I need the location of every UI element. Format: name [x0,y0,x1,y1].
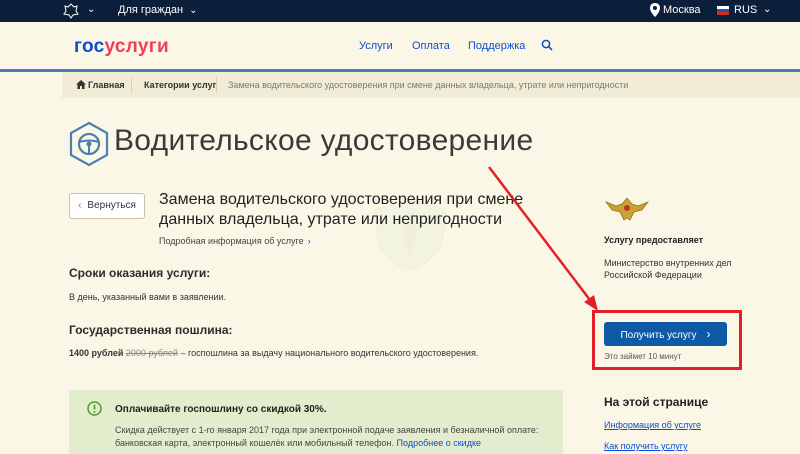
provider-heading: Услугу предоставляет [604,235,704,245]
service-title: Замена водительского удостоверения при с… [159,191,524,228]
logo-uslugi: услуги [104,36,169,57]
fee-heading: Государственная пошлина: [69,323,233,337]
discount-heading: Оплачивайте госпошлину со скидкой 30%. [115,404,327,415]
page-title: Водительское удостоверение [114,124,534,157]
nav-payment[interactable]: Оплата [412,40,450,52]
logo-gos: гос [74,36,105,57]
duration-note: Это займет 10 минут [604,352,682,361]
terms-text: В день, указанный вами в заявлении. [69,292,227,302]
citizens-menu[interactable]: Для граждан ⌄ [118,4,198,16]
toc-heading: На этой странице [604,395,709,409]
more-info-link[interactable]: Подробная информация об услуге › [159,236,311,246]
breadcrumb: Главная Категории услуг Замена водительс… [62,72,800,98]
citizens-label: Для граждан [118,4,184,16]
get-service-button[interactable]: Получить услугу › [604,322,727,346]
breadcrumb-separator [131,77,132,93]
chevron-down-icon[interactable]: ⌄ [87,4,95,15]
russian-flag-icon [717,6,729,15]
chevron-down-icon: ⌄ [189,5,198,16]
site-header: госуслуги Услуги Оплата Поддержка [0,22,800,70]
chevron-down-icon[interactable]: ⌄ [763,4,771,15]
get-service-label: Получить услугу [620,330,697,341]
mvd-eagle-emblem-icon [604,197,650,221]
gosuslugi-logo[interactable]: госуслуги [74,36,169,58]
fee-text: – госпошлина за выдачу национального вод… [180,348,479,358]
breadcrumb-separator [216,77,217,93]
city-selector[interactable]: Москва [663,4,701,16]
nav-support[interactable]: Поддержка [468,40,525,52]
breadcrumb-categories[interactable]: Категории услуг [144,80,216,90]
home-icon[interactable] [76,80,86,89]
language-selector[interactable]: RUS [734,4,757,16]
more-info-label: Подробная информация об услуге [159,236,304,246]
info-icon [87,401,102,416]
discount-body: Скидка действует с 1-го января 2017 года… [115,424,545,450]
fee-line: 1400 рублей 2000 рублей – госпошлина за … [69,348,478,358]
breadcrumb-home[interactable]: Главная [88,80,125,90]
discount-notice: Оплачивайте госпошлину со скидкой 30%. С… [69,390,563,454]
back-button[interactable]: ‹ Вернуться [69,193,145,219]
discount-link[interactable]: Подробнее о скидке [397,438,481,448]
coat-of-arms-icon[interactable] [62,2,80,20]
toc-link-info[interactable]: Информация об услуге [604,420,701,430]
steering-wheel-icon [69,121,109,167]
terms-heading: Сроки оказания услуги: [69,266,211,280]
chevron-right-icon: › [307,236,311,246]
fee-old-price: 2000 рублей [125,348,178,358]
location-pin-icon [650,3,660,17]
provider-name: Министерство внутренних дел Российской Ф… [604,258,732,280]
breadcrumb-current: Замена водительского удостоверения при с… [228,80,629,90]
nav-services[interactable]: Услуги [359,40,393,52]
fee-price: 1400 рублей [69,348,124,358]
back-button-label: Вернуться [87,200,136,211]
search-icon[interactable] [541,39,553,51]
toc-link-how[interactable]: Как получить услугу [604,441,688,451]
chevron-left-icon: ‹ [78,200,82,211]
chevron-right-icon: › [706,327,711,341]
top-bar: ⌄ Для граждан ⌄ Москва RUS ⌄ [0,0,800,22]
